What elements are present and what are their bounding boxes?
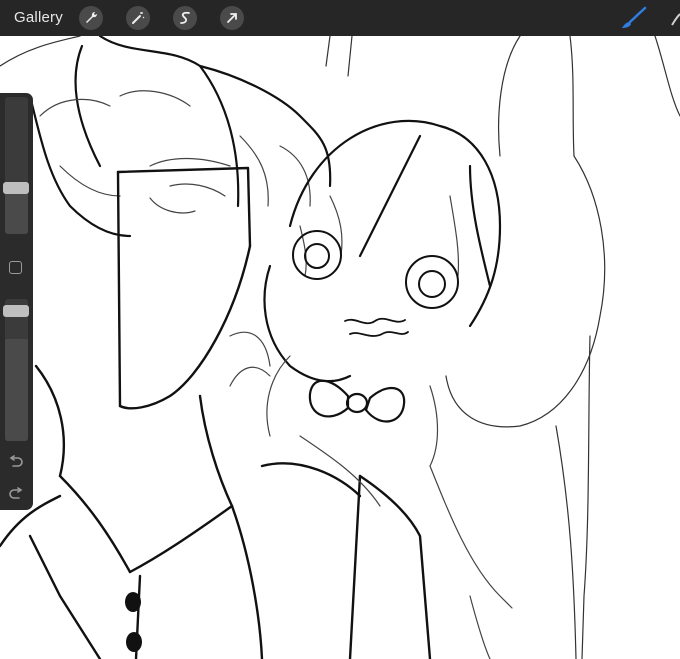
wrench-icon[interactable] xyxy=(79,6,103,30)
brush-opacity-track-fill xyxy=(5,338,28,441)
selection-icon[interactable] xyxy=(173,6,197,30)
brush-size-thumb[interactable] xyxy=(3,182,29,194)
redo-icon[interactable] xyxy=(8,487,24,501)
brush-opacity-thumb[interactable] xyxy=(3,305,29,317)
drawing-canvas[interactable] xyxy=(0,36,680,659)
gallery-button[interactable]: Gallery xyxy=(14,9,63,26)
modifier-square-icon[interactable] xyxy=(9,261,22,274)
sketch-artwork xyxy=(0,36,680,659)
undo-icon[interactable] xyxy=(8,455,24,469)
magic-wand-icon[interactable] xyxy=(126,6,150,30)
left-sidebar xyxy=(0,93,33,510)
transform-arrow-icon[interactable] xyxy=(220,6,244,30)
smudge-icon[interactable] xyxy=(670,12,680,26)
brush-icon[interactable] xyxy=(618,6,648,30)
brush-size-slider[interactable] xyxy=(5,97,28,234)
brush-opacity-slider[interactable] xyxy=(5,299,28,441)
top-toolbar: Gallery xyxy=(0,0,680,36)
